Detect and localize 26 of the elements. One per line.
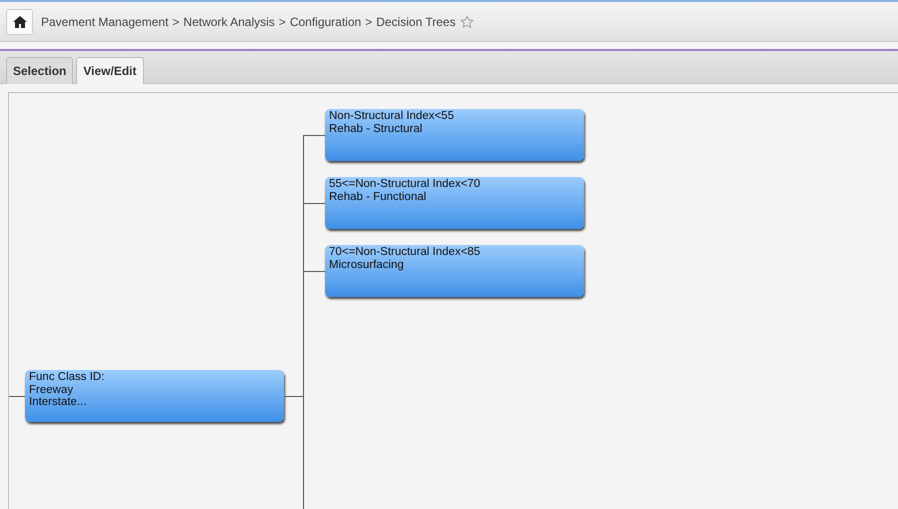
connector-line bbox=[9, 396, 25, 397]
node-text: Non-Structural Index<55 bbox=[329, 110, 455, 122]
breadcrumb-link[interactable]: Pavement Management bbox=[41, 14, 168, 28]
node-text: Interstate... bbox=[29, 396, 88, 408]
home-icon bbox=[12, 16, 26, 28]
node-text: 55<=Non-Structural Index<70 bbox=[329, 178, 482, 190]
tree-node[interactable]: 70<=Non-Structural Index<85 Microsurfacing bbox=[325, 245, 584, 297]
home-button[interactable] bbox=[6, 8, 33, 34]
tab[interactable]: Selection bbox=[6, 57, 74, 84]
node-text: 70<=Non-Structural Index<85 bbox=[329, 246, 482, 258]
tree-node[interactable]: Non-Structural Index<55 Rehab - Structural bbox=[325, 109, 584, 161]
star-icon[interactable] bbox=[460, 14, 474, 28]
breadcrumb-separator: > bbox=[278, 14, 286, 28]
node-text: Rehab - Functional bbox=[329, 190, 428, 203]
breadcrumb-link[interactable]: Network Analysis bbox=[183, 14, 275, 28]
node-text: Rehab - Structural bbox=[329, 122, 424, 135]
tree-node[interactable]: Func Class ID: Freeway Interstate... bbox=[25, 370, 284, 422]
breadcrumb-separator: > bbox=[172, 14, 180, 28]
node-text: Freeway bbox=[29, 384, 74, 396]
node-text: Microsurfacing bbox=[329, 258, 405, 271]
tree-node[interactable]: 55<=Non-Structural Index<70 Rehab - Functional bbox=[325, 177, 584, 229]
breadcrumb-separator: > bbox=[365, 14, 372, 28]
breadcrumb-link[interactable]: Configuration bbox=[290, 14, 362, 28]
node-text: Func Class ID: bbox=[29, 371, 106, 384]
breadcrumb-link[interactable]: Decision Trees bbox=[376, 14, 456, 28]
tab[interactable]: View/Edit bbox=[76, 57, 144, 84]
